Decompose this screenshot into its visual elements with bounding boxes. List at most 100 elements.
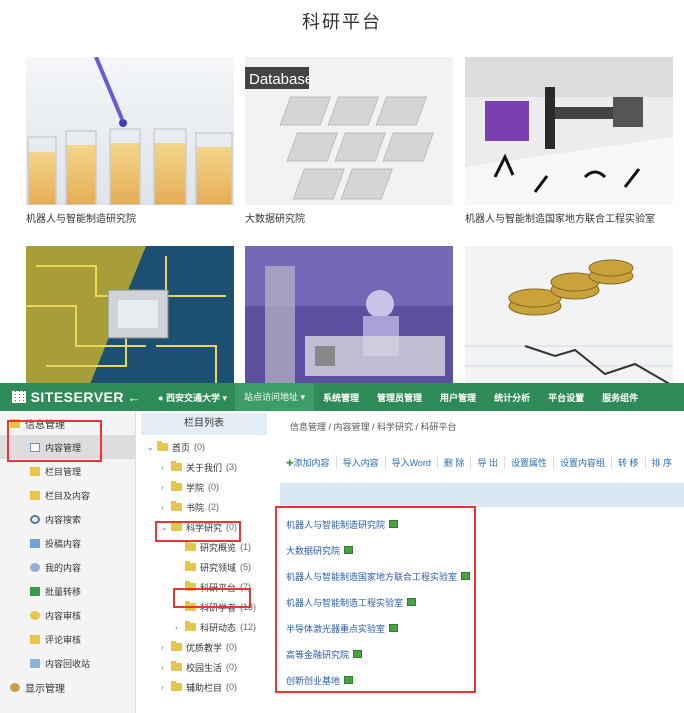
card-caption: 大数据研究院 (245, 214, 305, 225)
globe-icon: ● (158, 392, 164, 403)
transfer-icon (30, 586, 40, 596)
folder-icon (171, 481, 182, 491)
expand-chevron-icon[interactable]: › (161, 663, 171, 672)
nav-stats[interactable]: 统计分析 (485, 391, 539, 404)
nav-system[interactable]: 系统管理 (314, 391, 368, 404)
channel-tree: 栏目列表 ⌄ 首页 (0) › 关于我们 (3) › 学院 (0) › 书院 (2) ⌄ 科学研究 (0) 研… (137, 411, 271, 713)
recycle-bin-icon (30, 658, 40, 668)
nav-platform[interactable]: 平台设置 (539, 391, 593, 404)
site-select[interactable]: ● 西安交通大学 ▾ (150, 391, 235, 404)
folder-icon (30, 490, 40, 500)
menu-channel-and-content[interactable]: 栏目及内容 (0, 483, 135, 507)
comment-icon (30, 634, 40, 644)
menu-my-content[interactable]: 我的内容 (0, 555, 135, 579)
expand-chevron-icon[interactable]: › (161, 483, 171, 492)
tree-node[interactable]: › 优质教学 (0) (137, 637, 271, 657)
tree-header: 栏目列表 (141, 413, 267, 435)
menu-recycle-bin[interactable]: 内容回收站 (0, 651, 135, 675)
content-toolbar: ✚添加内容 导入内容 导入Word 删 除 导 出 设置属性 设置内容组 转 移… (280, 451, 684, 473)
folder-icon (157, 441, 168, 451)
nav-admins[interactable]: 管理员管理 (368, 391, 431, 404)
nav-users[interactable]: 用户管理 (431, 391, 485, 404)
set-attributes-button[interactable]: 设置属性 (505, 455, 554, 469)
expand-chevron-icon[interactable]: ⌄ (147, 443, 157, 452)
transfer-button[interactable]: 转 移 (612, 455, 646, 469)
tree-node-count: (2) (208, 502, 220, 512)
tree-node-label: 辅助栏目 (186, 682, 223, 693)
platform-card[interactable]: 机器人与智能制造国家地方联合工程实验室 (465, 57, 673, 225)
platform-card[interactable]: 机器人与智能制造研究院 (26, 57, 234, 225)
folder-icon (171, 661, 182, 671)
list-header-bar (280, 483, 684, 507)
expand-chevron-icon[interactable]: › (161, 503, 171, 512)
tree-node-label: 研究领域 (200, 562, 237, 573)
set-content-group-button[interactable]: 设置内容组 (554, 455, 612, 469)
menu-content-search[interactable]: 内容搜索 (0, 507, 135, 531)
arrow-left-icon[interactable]: ← (124, 390, 144, 405)
menu-display-management[interactable]: 显示管理 (0, 675, 135, 699)
tree-node[interactable]: › 辅助栏目 (0) (137, 677, 271, 697)
platform-card[interactable] (465, 246, 673, 399)
siteserver-logo[interactable]: SITESERVER (0, 389, 124, 405)
svg-text:Database: Database (249, 71, 313, 88)
expand-chevron-icon[interactable]: › (161, 463, 171, 472)
display-icon (10, 682, 20, 692)
platform-card[interactable] (26, 246, 234, 399)
tree-node-label: 关于我们 (186, 462, 223, 473)
circuit-photo (26, 246, 234, 394)
tree-node-label: 研究概览 (200, 542, 237, 553)
tree-node-count: (5) (240, 562, 252, 572)
platform-card[interactable] (245, 246, 453, 399)
import-word-button[interactable]: 导入Word (386, 455, 438, 469)
folder-icon (171, 461, 182, 471)
tree-node[interactable]: ⌄ 首页 (0) (137, 437, 271, 457)
search-icon (30, 514, 40, 524)
highlight-box (155, 521, 241, 542)
highlight-box (275, 506, 476, 693)
nav-site-url[interactable]: 站点访问地址 ▾ (234, 383, 315, 411)
tree-node[interactable]: 研究领域 (5) (137, 557, 271, 577)
tree-node[interactable]: › 校园生活 (0) (137, 657, 271, 677)
menu-content-review[interactable]: 内容审核 (0, 603, 135, 627)
menu-channel-management[interactable]: 栏目管理 (0, 459, 135, 483)
expand-chevron-icon[interactable]: › (161, 683, 171, 692)
tree-node-count: (0) (226, 682, 238, 692)
finance-photo (465, 246, 673, 394)
page-title: 科研平台 (302, 12, 382, 32)
submit-icon (30, 538, 40, 548)
tree-node[interactable]: › 关于我们 (3) (137, 457, 271, 477)
tree-node-label: 书院 (186, 502, 205, 513)
expand-chevron-icon[interactable]: › (175, 623, 185, 632)
tree-node-count: (1) (240, 542, 252, 552)
folder-icon (30, 466, 40, 476)
folder-icon (185, 621, 196, 631)
review-icon (30, 610, 40, 620)
highlight-box (173, 588, 251, 608)
tree-node[interactable]: › 科研动态 (12) (137, 617, 271, 637)
import-content-button[interactable]: 导入内容 (337, 455, 386, 469)
folder-icon (185, 561, 196, 571)
folder-icon (185, 541, 196, 551)
user-icon (30, 562, 40, 572)
expand-chevron-icon[interactable]: › (161, 643, 171, 652)
delete-button[interactable]: 删 除 (438, 455, 472, 469)
folder-icon (171, 681, 182, 691)
platform-card[interactable]: Database 大数据研究院 (245, 57, 453, 225)
logo-grid-icon (12, 391, 26, 403)
laser-lab-photo (245, 246, 453, 394)
card-caption: 机器人与智能制造研究院 (26, 214, 136, 225)
card-caption: 机器人与智能制造国家地方联合工程实验室 (465, 214, 655, 225)
sort-button[interactable]: 排 序 (646, 456, 679, 469)
tree-node-label: 优质教学 (186, 642, 223, 653)
menu-comment-review[interactable]: 评论审核 (0, 627, 135, 651)
menu-batch-transfer[interactable]: 批量转移 (0, 579, 135, 603)
tree-node-label: 校园生活 (186, 662, 223, 673)
tree-node-label: 科研动态 (200, 622, 237, 633)
tree-node-count: (12) (240, 622, 257, 632)
menu-submissions[interactable]: 投稿内容 (0, 531, 135, 555)
tree-node[interactable]: › 书院 (2) (137, 497, 271, 517)
export-button[interactable]: 导 出 (471, 455, 505, 469)
add-content-button[interactable]: ✚添加内容 (280, 455, 337, 469)
nav-services[interactable]: 服务组件 (593, 391, 647, 404)
tree-node[interactable]: › 学院 (0) (137, 477, 271, 497)
